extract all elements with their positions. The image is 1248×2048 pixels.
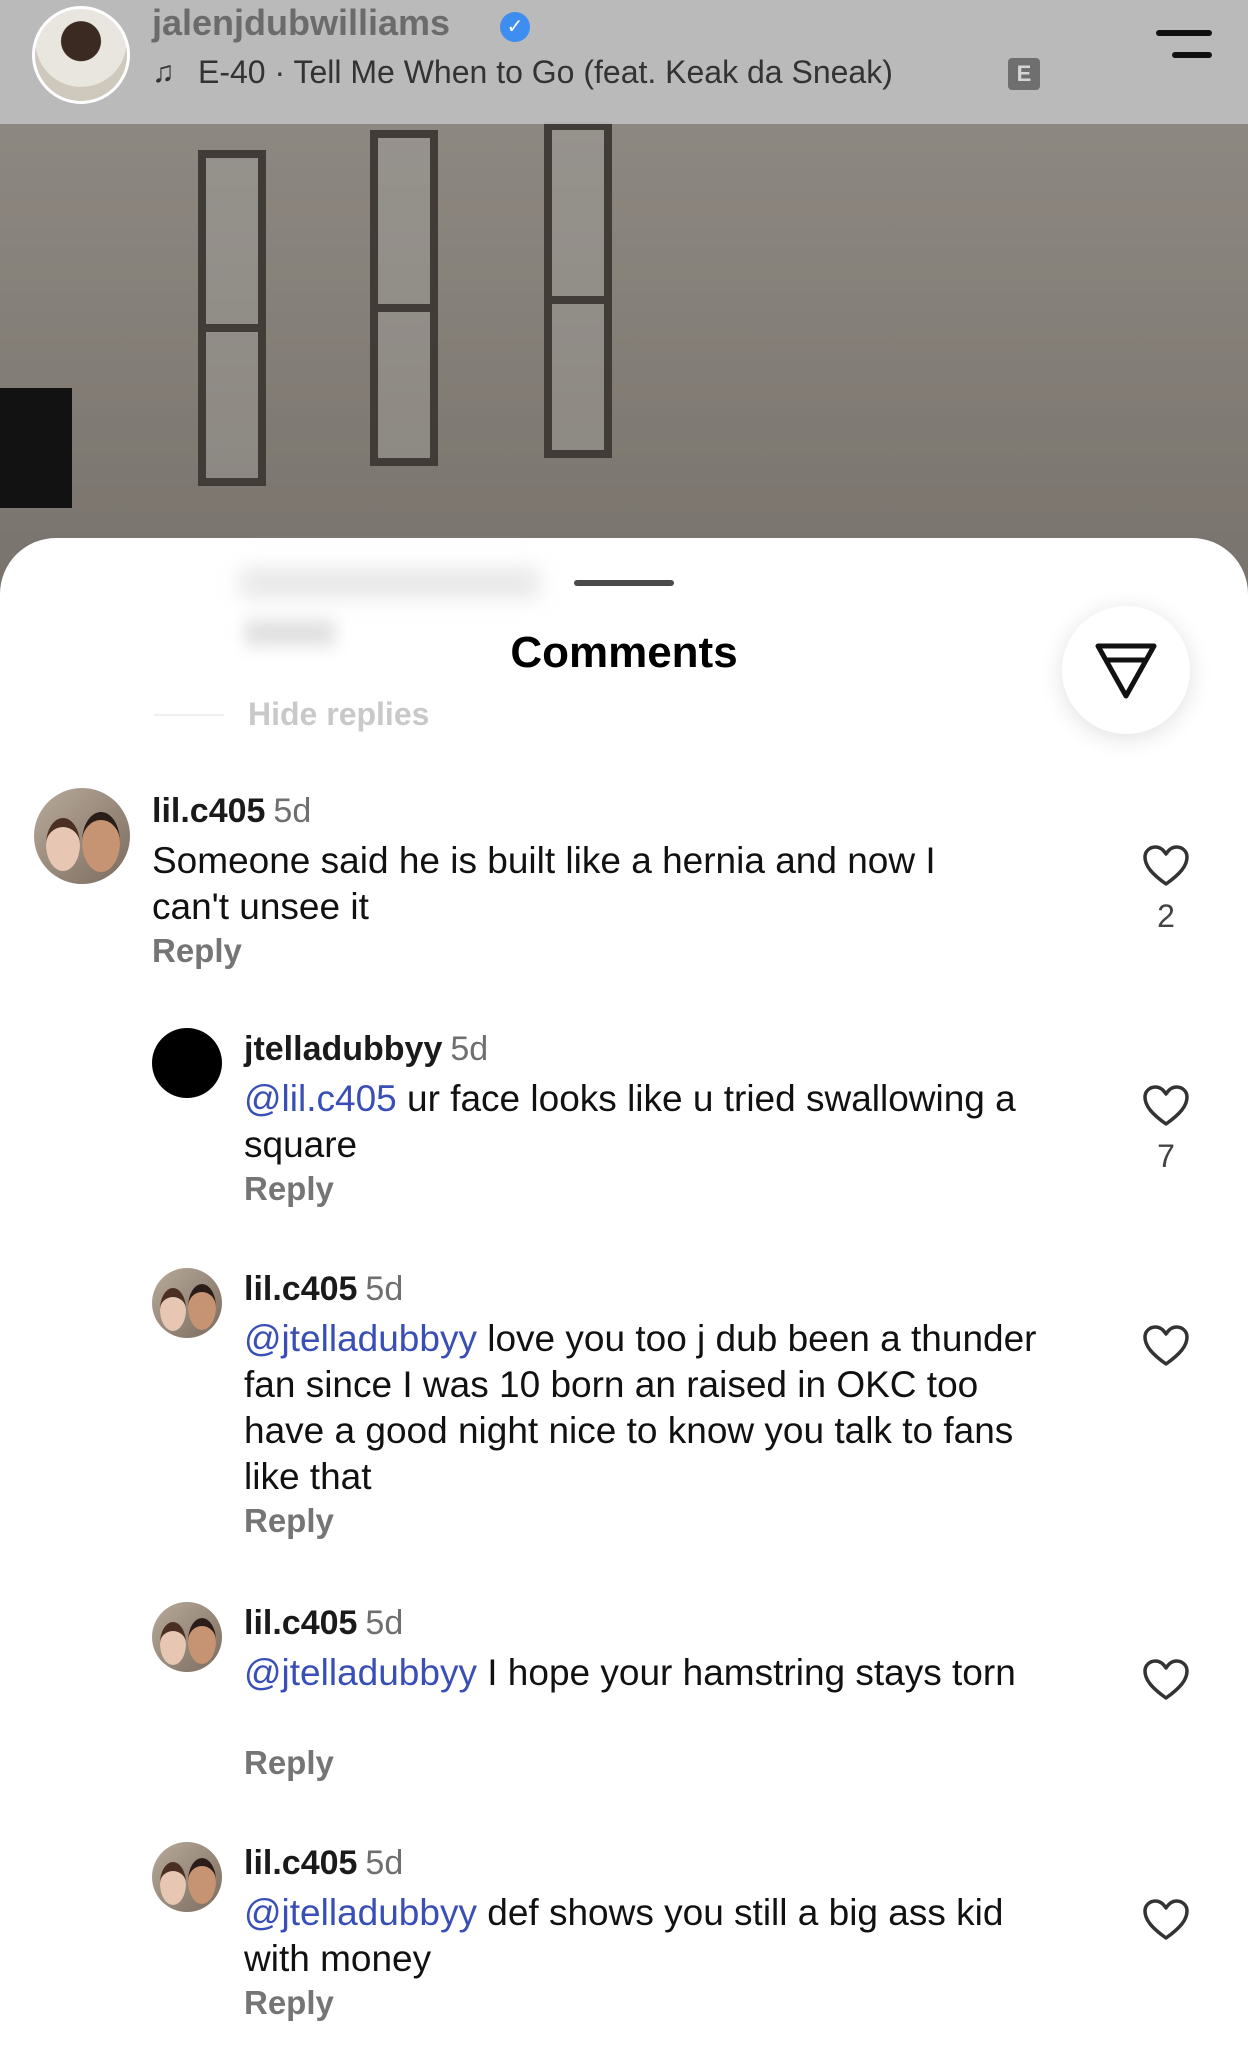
mention-link[interactable]: @jtelladubbyy: [244, 1318, 477, 1359]
music-note-icon: ♫: [152, 56, 175, 89]
menu-icon[interactable]: [1152, 30, 1212, 60]
comment-time: 5d: [365, 1844, 404, 1882]
comment-username[interactable]: lil.c405 5d: [244, 1604, 403, 1643]
comment-username[interactable]: lil.c405 5d: [152, 792, 311, 831]
reply-button[interactable]: Reply: [244, 1984, 334, 2022]
heart-icon[interactable]: [1142, 1324, 1190, 1368]
avatar[interactable]: [152, 1602, 222, 1672]
comment-text: @lil.c405 ur face looks like u tried swa…: [244, 1078, 1016, 1165]
avatar[interactable]: [152, 1268, 222, 1338]
comment-text: @jtelladubbyy love you too j dub been a …: [244, 1318, 1037, 1497]
mention-link[interactable]: @jtelladubbyy: [244, 1892, 477, 1933]
heart-icon[interactable]: [1142, 1084, 1190, 1128]
reply-button[interactable]: Reply: [244, 1170, 334, 1208]
explicit-badge: E: [1008, 58, 1040, 90]
author-username[interactable]: jalenjdubwilliams: [152, 2, 450, 44]
comment-username[interactable]: jtelladubbyy 5d: [244, 1030, 488, 1069]
avatar[interactable]: [152, 1842, 222, 1912]
hide-replies-button[interactable]: Hide replies: [248, 696, 429, 733]
comment-time: 5d: [365, 1604, 404, 1642]
verified-badge-icon: ✓: [500, 12, 530, 42]
sheet-title: Comments: [510, 628, 738, 677]
comment-time: 5d: [273, 792, 312, 830]
sheet-drag-handle[interactable]: [574, 580, 674, 586]
comment-username[interactable]: lil.c405 5d: [244, 1270, 403, 1309]
avatar[interactable]: [152, 1028, 222, 1098]
comments-sheet: Comments Hide replies lil.c405 5d Someone…: [0, 538, 1248, 2048]
comment-text: Someone said he is built like a hernia a…: [152, 840, 936, 927]
filter-button[interactable]: [1062, 606, 1190, 734]
post-header: jalenjdubwilliams ✓ ♫ E-40 · Tell Me Whe…: [0, 0, 1248, 124]
heart-icon[interactable]: [1142, 1658, 1190, 1702]
reply-button[interactable]: Reply: [244, 1502, 334, 1540]
mention-link[interactable]: @lil.c405: [244, 1078, 397, 1119]
filter-icon: [1095, 643, 1157, 699]
comment-text: @jtelladubbyy I hope your hamstring stay…: [244, 1652, 1016, 1693]
song-title[interactable]: E-40 · Tell Me When to Go (feat. Keak da…: [198, 54, 893, 91]
avatar[interactable]: [34, 788, 130, 884]
comment-text: @jtelladubbyy def shows you still a big …: [244, 1892, 1004, 1979]
mention-link[interactable]: @jtelladubbyy: [244, 1652, 477, 1693]
reply-button[interactable]: Reply: [244, 1744, 334, 1782]
heart-icon[interactable]: [1142, 844, 1190, 888]
reply-button[interactable]: Reply: [152, 932, 242, 970]
like-count: 7: [1157, 1138, 1175, 1174]
comment-time: 5d: [450, 1030, 489, 1068]
comment-username[interactable]: lil.c405 5d: [244, 1844, 403, 1883]
author-avatar[interactable]: [32, 6, 130, 104]
comment-time: 5d: [365, 1270, 404, 1308]
like-count: 2: [1157, 898, 1175, 934]
heart-icon[interactable]: [1142, 1898, 1190, 1942]
